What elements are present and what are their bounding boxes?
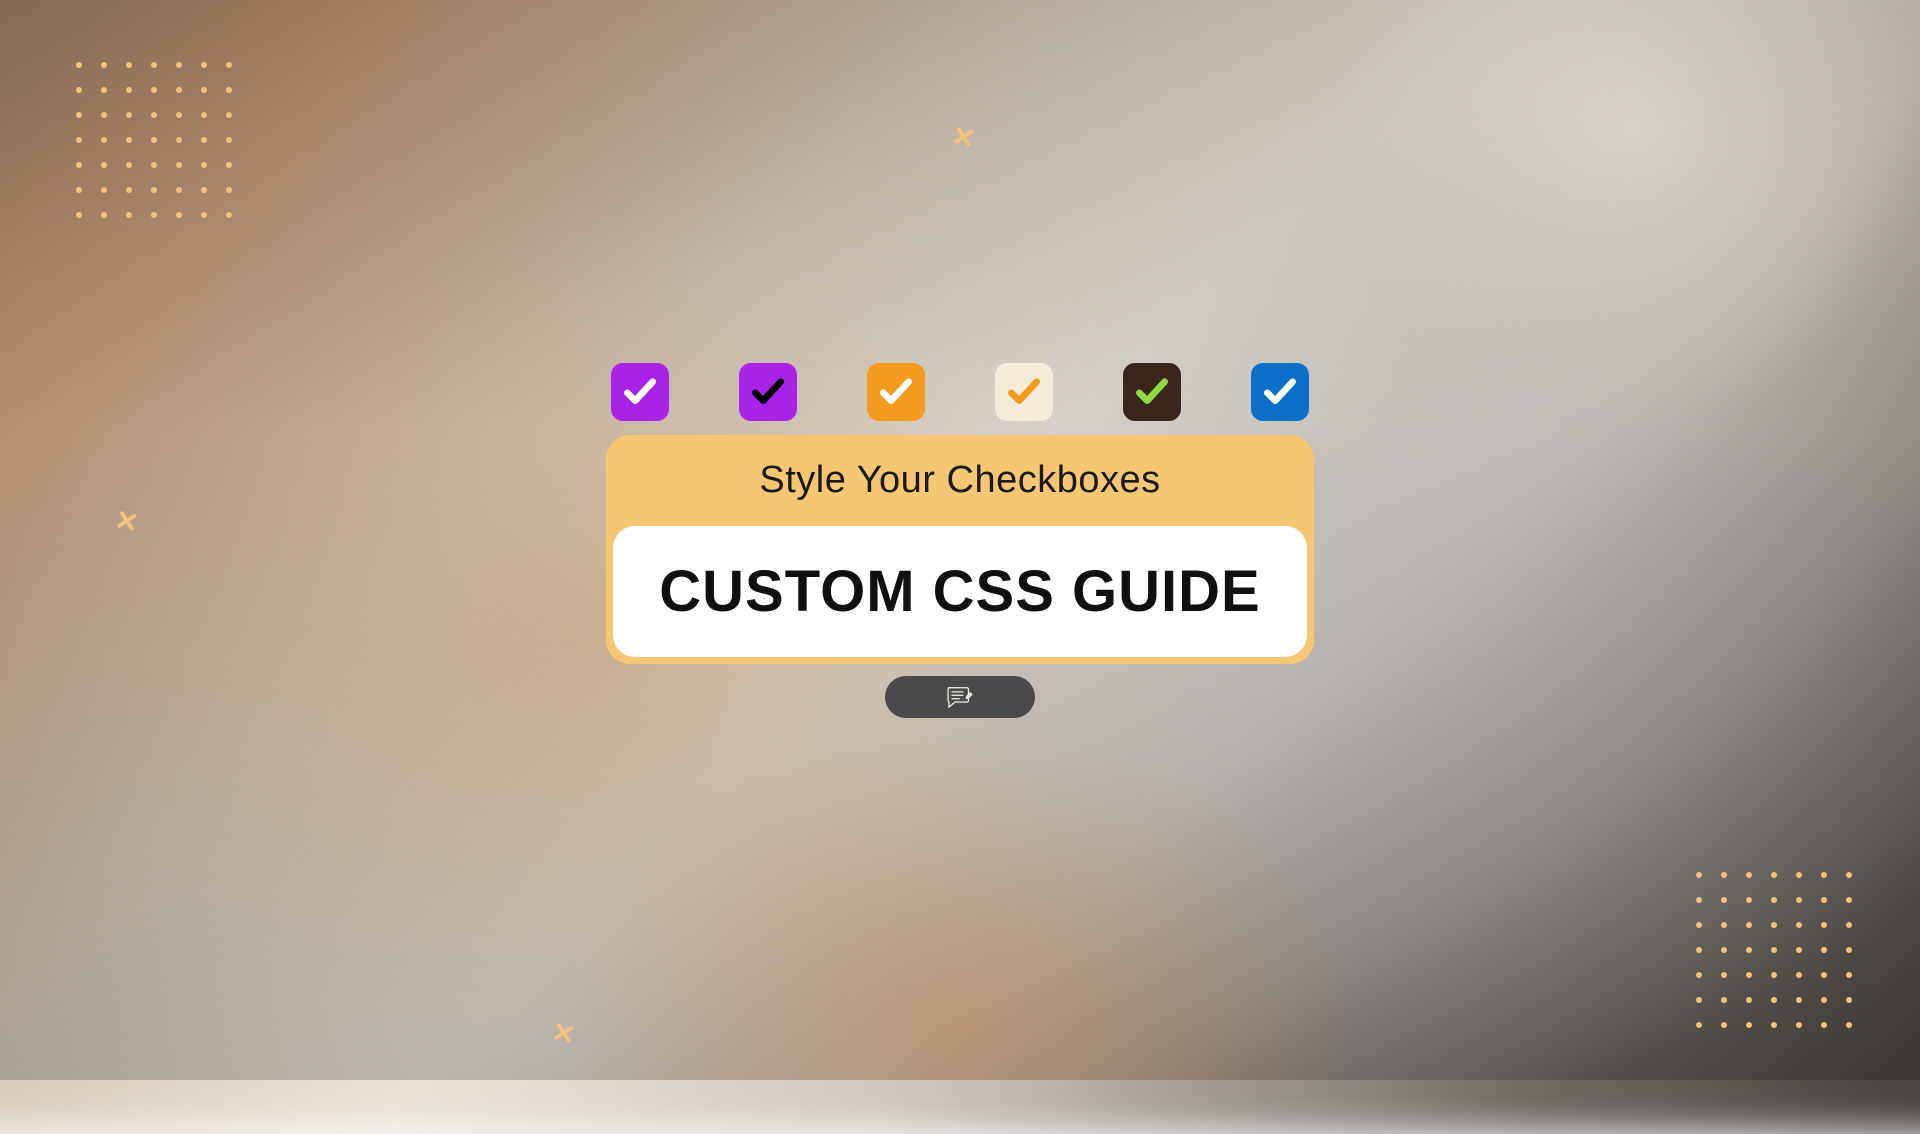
main-title-text: CUSTOM CSS GUIDE bbox=[637, 558, 1283, 625]
title-card: Style Your Checkboxes CUSTOM CSS GUIDE bbox=[606, 435, 1314, 664]
checkbox-blue-white bbox=[1251, 363, 1309, 421]
check-icon bbox=[877, 373, 915, 411]
checkbox-cream-orange bbox=[995, 363, 1053, 421]
check-icon bbox=[1133, 373, 1171, 411]
checkbox-purple-white bbox=[611, 363, 669, 421]
caption-badge bbox=[885, 676, 1035, 718]
check-icon bbox=[749, 373, 787, 411]
main-title-panel: CUSTOM CSS GUIDE bbox=[613, 526, 1307, 657]
check-icon bbox=[1005, 373, 1043, 411]
checkbox-orange-white bbox=[867, 363, 925, 421]
checkbox-examples-row bbox=[611, 363, 1309, 421]
checkbox-purple-black bbox=[739, 363, 797, 421]
subtitle-text: Style Your Checkboxes bbox=[759, 459, 1160, 502]
checkbox-brown-green bbox=[1123, 363, 1181, 421]
check-icon bbox=[621, 373, 659, 411]
chat-edit-icon bbox=[943, 684, 977, 710]
content-stage: Style Your Checkboxes CUSTOM CSS GUIDE bbox=[0, 0, 1920, 1080]
check-icon bbox=[1261, 373, 1299, 411]
